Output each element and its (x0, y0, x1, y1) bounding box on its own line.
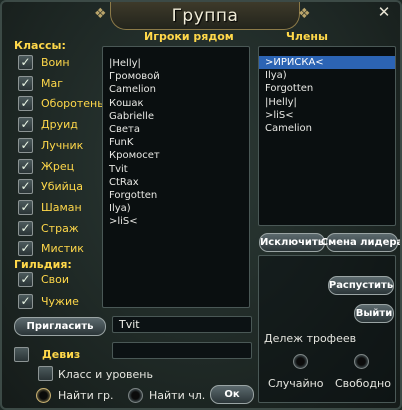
nearby-player-item[interactable]: Кошак (103, 97, 249, 110)
title-wing-left-icon: ❖ (94, 6, 107, 22)
members-heading: Члены (286, 30, 328, 43)
loot-random-label: Случайно (268, 377, 324, 390)
guild-label: Гильдия: (14, 258, 72, 271)
disband-button[interactable]: Распустить (328, 276, 394, 295)
nearby-player-item[interactable]: Ilya) (103, 202, 249, 215)
class-label: Лучник (41, 138, 84, 152)
member-item[interactable]: Ilya) (259, 69, 395, 82)
class-checkbox[interactable]: ✓ (18, 117, 33, 133)
class-label: Друид (41, 118, 78, 132)
nearby-player-item[interactable]: Camelion (103, 83, 249, 96)
close-button[interactable]: ✕ (376, 4, 392, 20)
nearby-player-item[interactable]: FunK (103, 136, 249, 149)
ok-button[interactable]: Ок (210, 385, 254, 404)
guild-checkbox[interactable]: ✓ (18, 272, 33, 287)
find-group-radio[interactable] (36, 388, 51, 403)
member-item[interactable]: >ИРИСКА< (259, 56, 395, 70)
class-checkbox[interactable]: ✓ (18, 75, 33, 91)
class-label: Воин (41, 56, 70, 69)
motto-input[interactable] (112, 342, 252, 359)
loot-heading: Дележ трофеев (264, 332, 357, 345)
loot-free-radio[interactable] (354, 354, 369, 369)
loot-free-label: Свободно (335, 377, 391, 390)
find-member-radio[interactable] (128, 388, 143, 403)
nearby-player-item[interactable]: Громовой (103, 70, 249, 83)
class-checkbox[interactable]: ✓ (18, 137, 33, 153)
class-checkbox[interactable]: ✓ (18, 241, 33, 257)
class-checkbox[interactable]: ✓ (18, 55, 33, 70)
guild-label: Свои (41, 273, 70, 286)
nearby-players-list[interactable]: |Helly| Громовой Camelion Кошак Gabrielle Све… (102, 46, 250, 308)
class-label: Оборотень (41, 97, 104, 111)
leave-button[interactable]: Выйти (354, 304, 394, 323)
group-window: Группа ❖ ❖ ✕ Классы: ✓ Воин ✓ Маг ✓ Оборотень… (0, 0, 402, 410)
nearby-player-item[interactable]: Gabrielle (103, 110, 249, 123)
invite-name-input[interactable]: Tvit (112, 316, 252, 333)
member-item[interactable]: Forgotten (259, 82, 395, 95)
nearby-heading: Игроки рядом (144, 30, 234, 43)
class-level-checkbox[interactable]: ✓ (38, 366, 53, 381)
class-checkbox[interactable]: ✓ (18, 199, 33, 215)
find-group-label: Найти гр. (58, 389, 114, 402)
title-plate: Группа (110, 2, 300, 30)
class-label: Жрец (41, 159, 75, 173)
motto-label: Девиз (42, 348, 81, 361)
change-leader-button[interactable]: Смена лидера (321, 233, 400, 252)
class-checkbox[interactable]: ✓ (18, 96, 33, 112)
find-member-label: Найти чл. (149, 389, 206, 402)
nearby-player-item[interactable]: Кромосет (103, 149, 249, 162)
class-checkbox[interactable]: ✓ (18, 179, 33, 195)
class-label: Шаман (41, 200, 82, 214)
class-checkbox[interactable]: ✓ (18, 220, 33, 236)
class-level-label: Класс и уровень (58, 368, 153, 381)
class-label: Страж (41, 221, 79, 235)
member-item[interactable]: >liS< (259, 109, 395, 122)
class-label: Маг (41, 76, 64, 90)
window-title: Группа (171, 5, 239, 26)
nearby-player-item[interactable]: Tvit (103, 163, 249, 176)
nearby-player-item[interactable]: Света (103, 123, 249, 136)
class-label: Мистик (41, 242, 84, 256)
member-item[interactable]: Camelion (259, 122, 395, 135)
class-label: Убийца (41, 180, 84, 194)
members-list[interactable]: >ИРИСКА< Ilya) Forgotten |Helly| >liS< Cameli… (258, 46, 396, 226)
nearby-player-item[interactable]: |Helly| (103, 57, 249, 70)
member-item[interactable]: |Helly| (259, 96, 395, 109)
invite-button[interactable]: Пригласить (14, 317, 106, 336)
guild-label: Чужие (41, 295, 79, 308)
class-checkbox[interactable]: ✓ (18, 158, 33, 174)
title-wing-right-icon: ❖ (298, 6, 311, 22)
classes-label: Классы: (14, 39, 66, 52)
kick-button[interactable]: Исключить (259, 233, 325, 252)
nearby-player-item[interactable]: >liS< (103, 215, 249, 228)
motto-checkbox[interactable]: ✓ (14, 347, 29, 362)
loot-random-radio[interactable] (293, 354, 308, 369)
nearby-player-item[interactable]: Forgotten (103, 189, 249, 202)
guild-checkbox[interactable]: ✓ (18, 294, 33, 309)
nearby-player-item[interactable]: CtRax (103, 176, 249, 189)
